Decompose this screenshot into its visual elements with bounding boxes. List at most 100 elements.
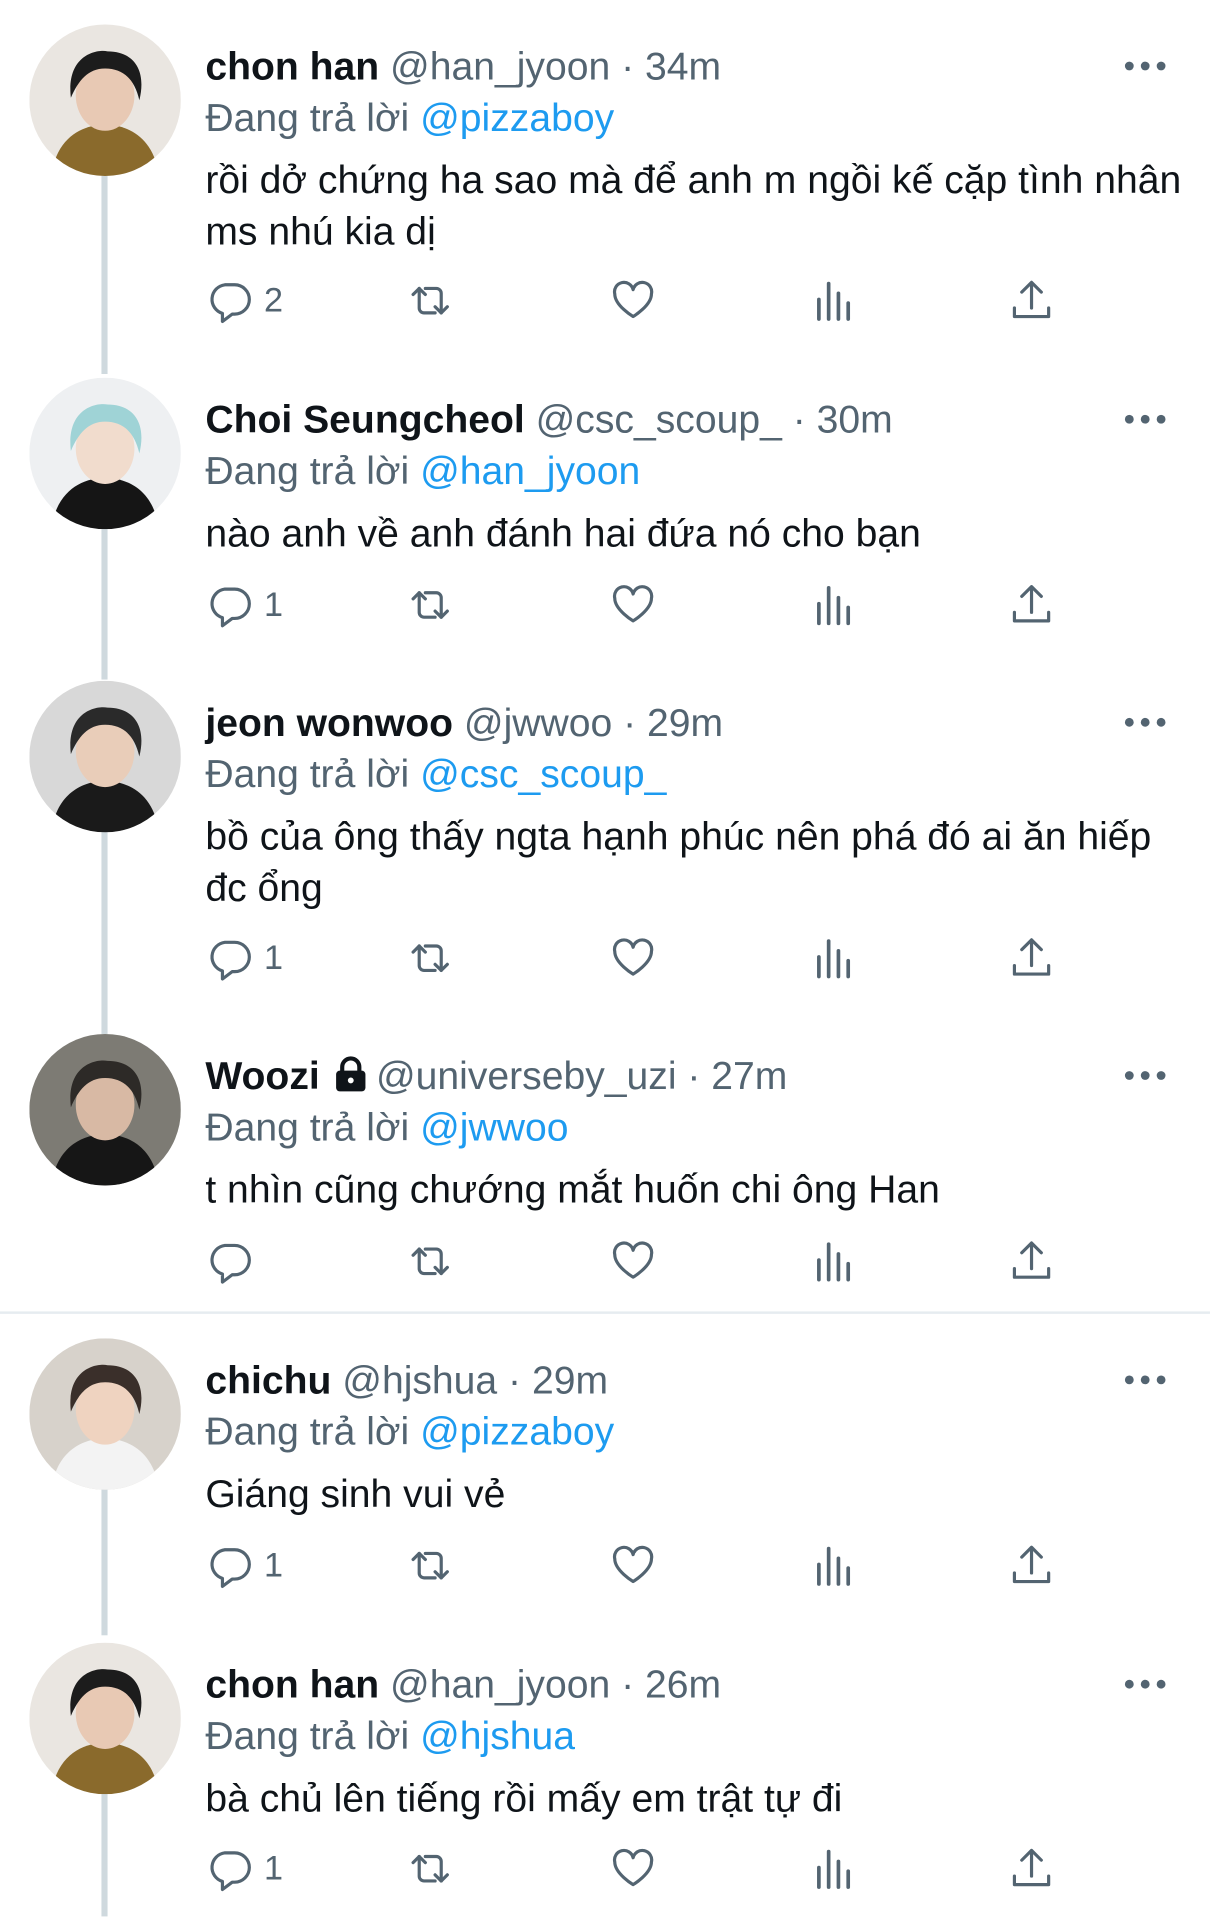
retweet-button[interactable] bbox=[406, 1842, 455, 1896]
tweet-text: nào anh về anh đánh hai đứa nó cho bạn bbox=[205, 510, 921, 555]
views-button[interactable] bbox=[809, 578, 858, 632]
more-icon[interactable] bbox=[1117, 1365, 1173, 1394]
avatar[interactable] bbox=[29, 1338, 181, 1490]
like-icon bbox=[609, 934, 658, 983]
more-icon[interactable] bbox=[1117, 708, 1173, 737]
like-button[interactable] bbox=[609, 274, 658, 328]
like-button[interactable] bbox=[609, 1539, 658, 1593]
display-name[interactable]: Woozi bbox=[205, 1054, 319, 1098]
views-button[interactable] bbox=[809, 1842, 858, 1896]
retweet-icon bbox=[406, 1237, 455, 1286]
avatar[interactable] bbox=[29, 24, 181, 176]
reply-count: 1 bbox=[263, 1546, 284, 1584]
timestamp[interactable]: 27m bbox=[711, 1054, 787, 1098]
replying-to: Đang trả lời @jwwoo bbox=[205, 1100, 568, 1154]
reply-icon bbox=[205, 1237, 254, 1286]
display-name[interactable]: chon han bbox=[205, 1662, 379, 1706]
like-button[interactable] bbox=[609, 931, 658, 985]
replying-to-label: Đang trả lời bbox=[205, 751, 410, 796]
tweet-actions: 1 bbox=[205, 1539, 1085, 1593]
like-button[interactable] bbox=[609, 1234, 658, 1288]
avatar[interactable] bbox=[29, 680, 181, 833]
replying-to: Đang trả lời @pizzaboy bbox=[205, 90, 614, 144]
share-icon bbox=[1007, 1844, 1056, 1893]
user-handle[interactable]: @csc_scoup_ bbox=[536, 397, 782, 441]
views-button[interactable] bbox=[809, 1539, 858, 1593]
replying-to: Đang trả lời @pizzaboy bbox=[205, 1404, 614, 1458]
reply-button[interactable]: 2 bbox=[205, 274, 283, 328]
separator-dot: · bbox=[781, 397, 817, 442]
tweet-header: Woozi @universeby_uzi · 27m bbox=[205, 1049, 787, 1108]
share-button[interactable] bbox=[1007, 1539, 1056, 1593]
display-name[interactable]: jeon wonwoo bbox=[205, 700, 453, 744]
reply-button[interactable] bbox=[205, 1234, 264, 1288]
retweet-button[interactable] bbox=[406, 578, 455, 632]
timestamp[interactable]: 29m bbox=[532, 1358, 608, 1402]
views-button[interactable] bbox=[809, 274, 858, 328]
user-handle[interactable]: @universeby_uzi bbox=[376, 1054, 677, 1098]
tweet-header: chon han @han_jyoon · 34m bbox=[205, 39, 721, 93]
timestamp[interactable]: 34m bbox=[645, 44, 721, 88]
mention-link[interactable]: @jwwoo bbox=[420, 1105, 568, 1149]
timestamp[interactable]: 26m bbox=[645, 1662, 721, 1706]
display-name[interactable]: chon han bbox=[205, 44, 379, 88]
user-handle[interactable]: @han_jyoon bbox=[390, 44, 610, 88]
display-name[interactable]: chichu bbox=[205, 1358, 331, 1402]
thread-connector-line bbox=[101, 1788, 108, 1917]
mention-link[interactable]: @pizzaboy bbox=[420, 95, 614, 139]
share-icon bbox=[1007, 1541, 1056, 1590]
separator-dot: · bbox=[612, 700, 648, 745]
like-button[interactable] bbox=[609, 1842, 658, 1896]
like-button[interactable] bbox=[609, 578, 658, 632]
retweet-icon bbox=[406, 1844, 455, 1893]
user-handle[interactable]: @han_jyoon bbox=[390, 1662, 610, 1706]
views-button[interactable] bbox=[809, 931, 858, 985]
retweet-button[interactable] bbox=[406, 1539, 455, 1593]
retweet-button[interactable] bbox=[406, 1234, 455, 1288]
more-icon[interactable] bbox=[1117, 405, 1173, 434]
share-button[interactable] bbox=[1007, 931, 1056, 985]
reply-button[interactable]: 1 bbox=[205, 578, 283, 632]
avatar[interactable] bbox=[29, 377, 181, 530]
retweet-button[interactable] bbox=[406, 931, 455, 985]
tweet-text: t nhìn cũng chướng mắt huốn chi ông Han bbox=[205, 1167, 940, 1212]
display-name[interactable]: Choi Seungcheol bbox=[205, 397, 524, 441]
views-icon bbox=[809, 1237, 858, 1286]
retweet-button[interactable] bbox=[406, 274, 455, 328]
reply-count: 1 bbox=[263, 585, 284, 624]
views-icon bbox=[809, 581, 858, 630]
share-button[interactable] bbox=[1007, 1842, 1056, 1896]
mention-link[interactable]: @han_jyoon bbox=[420, 449, 640, 493]
avatar[interactable] bbox=[29, 1642, 181, 1795]
timestamp[interactable]: 29m bbox=[647, 700, 723, 744]
replying-to: Đang trả lời @han_jyoon bbox=[205, 444, 640, 498]
more-icon[interactable] bbox=[1117, 1670, 1173, 1699]
reply-icon bbox=[205, 276, 254, 325]
user-handle[interactable]: @jwwoo bbox=[464, 700, 612, 744]
more-icon[interactable] bbox=[1117, 51, 1173, 80]
retweet-icon bbox=[406, 934, 455, 983]
views-button[interactable] bbox=[809, 1234, 858, 1288]
mention-link[interactable]: @hjshua bbox=[420, 1714, 575, 1758]
mention-link[interactable]: @pizzaboy bbox=[420, 1409, 614, 1453]
reply-icon bbox=[205, 1844, 254, 1893]
share-button[interactable] bbox=[1007, 274, 1056, 328]
replying-to: Đang trả lời @hjshua bbox=[205, 1709, 575, 1763]
tweet-header: jeon wonwoo @jwwoo · 29m bbox=[205, 695, 723, 749]
replying-to-label: Đang trả lời bbox=[205, 1409, 410, 1454]
avatar[interactable] bbox=[29, 1033, 181, 1186]
more-icon[interactable] bbox=[1117, 1061, 1173, 1090]
reply-icon bbox=[205, 581, 254, 630]
reply-icon bbox=[205, 934, 254, 983]
tweet-actions: 1 bbox=[205, 931, 1085, 985]
reply-button[interactable]: 1 bbox=[205, 1539, 283, 1593]
mention-link[interactable]: @csc_scoup_ bbox=[420, 752, 666, 796]
replying-to-label: Đang trả lời bbox=[205, 448, 410, 493]
share-button[interactable] bbox=[1007, 578, 1056, 632]
share-button[interactable] bbox=[1007, 1234, 1056, 1288]
reply-button[interactable]: 1 bbox=[205, 1842, 283, 1896]
tweet-text: Giáng sinh vui vẻ bbox=[205, 1471, 506, 1516]
timestamp[interactable]: 30m bbox=[817, 397, 893, 441]
user-handle[interactable]: @hjshua bbox=[342, 1358, 497, 1402]
reply-button[interactable]: 1 bbox=[205, 931, 283, 985]
